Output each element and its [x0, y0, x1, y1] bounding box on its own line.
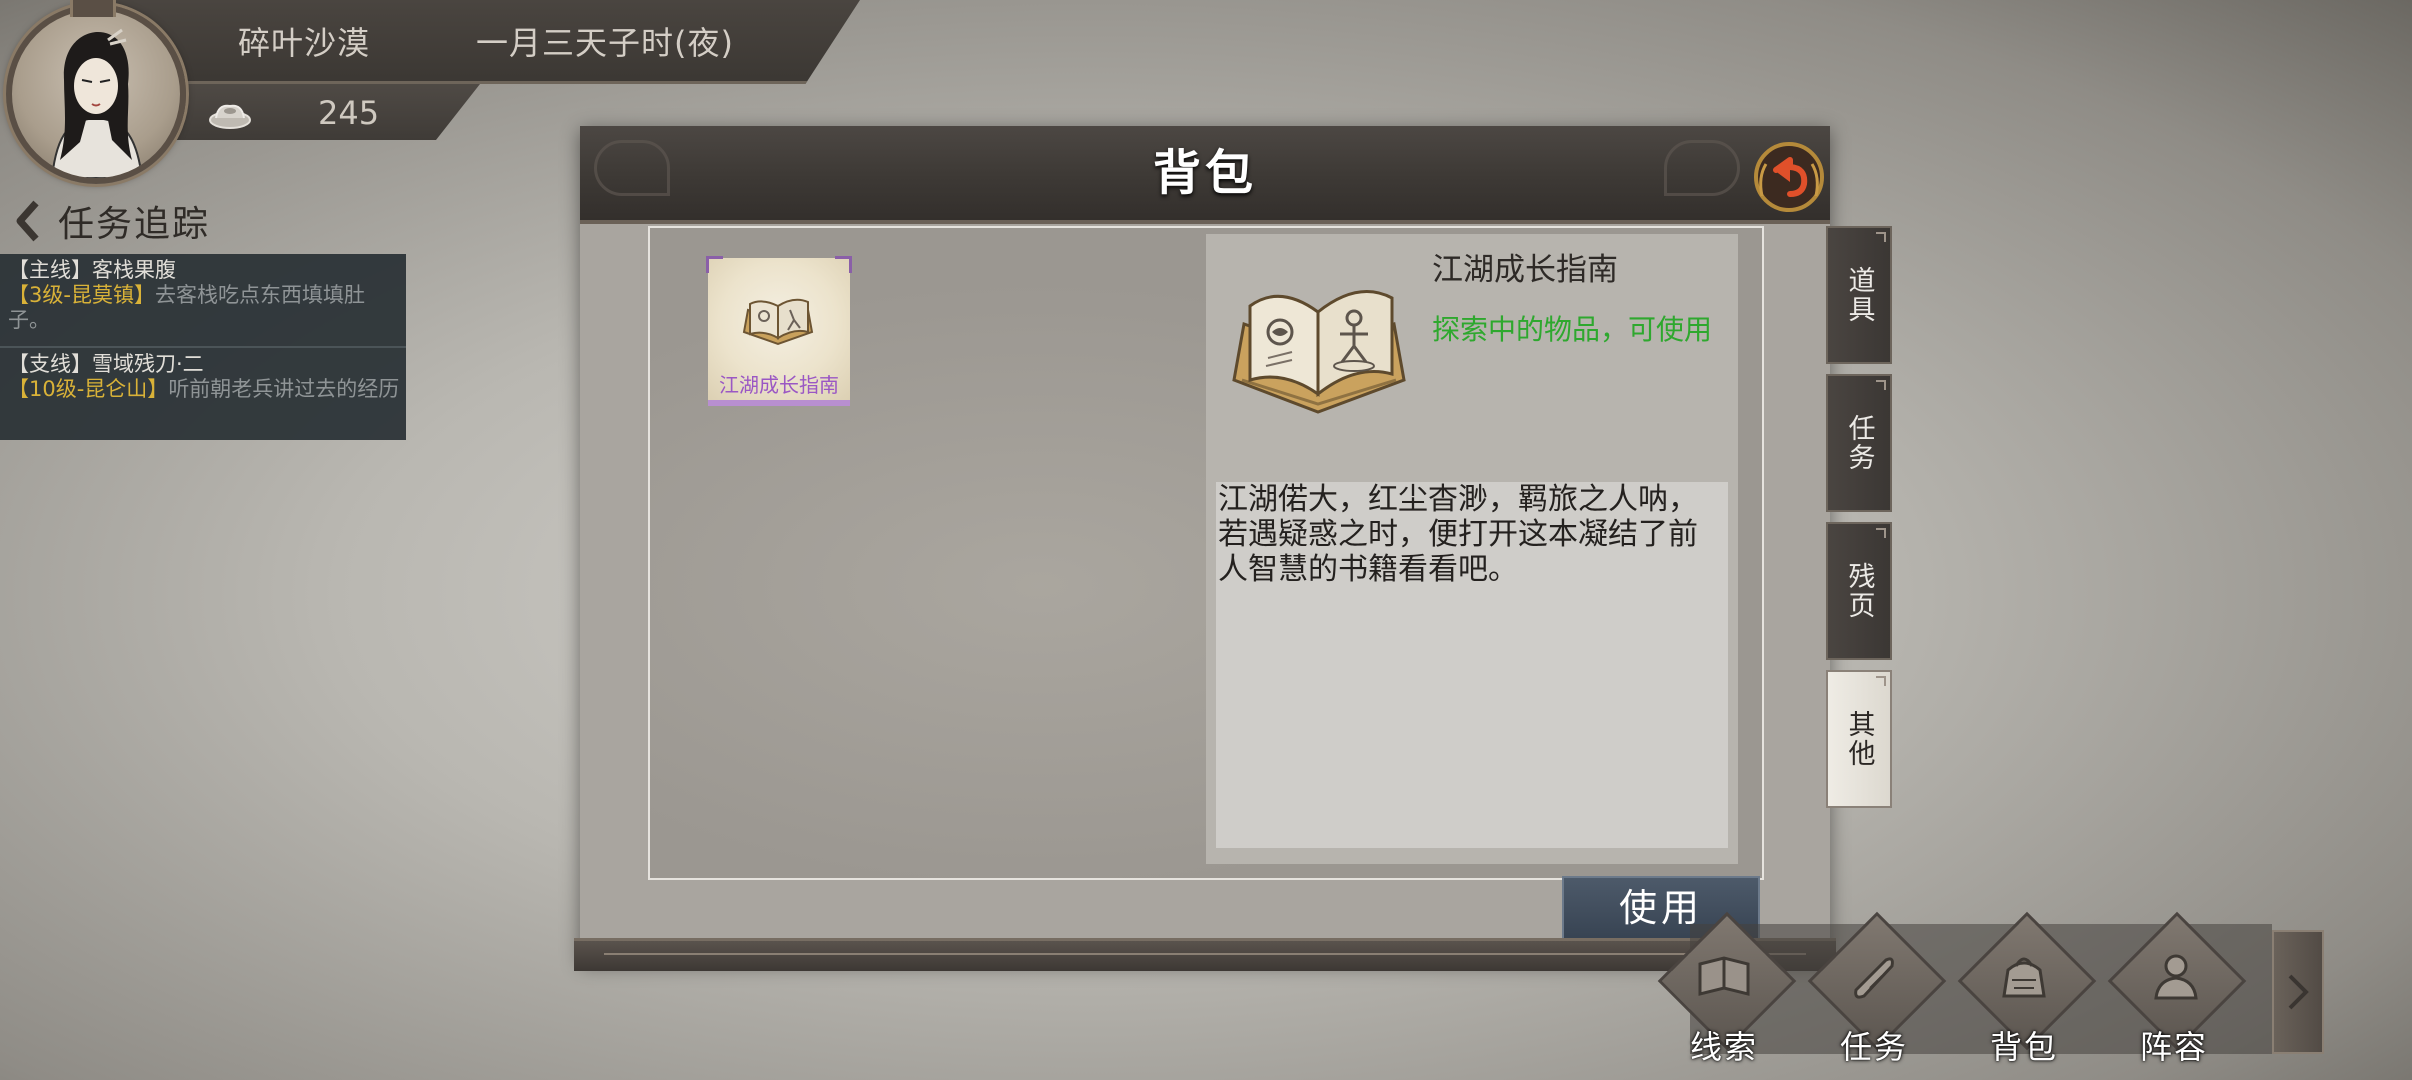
quest-level-tag: 【3级-昆莫镇】 — [8, 283, 155, 307]
quest-item-main[interactable]: 【主线】客栈果腹 【3级-昆莫镇】去客栈吃点东西填填肚子。 — [8, 258, 400, 333]
game-time: 一月三天子时(夜) — [476, 24, 734, 62]
guide-book-large-icon — [1232, 290, 1406, 414]
tab-quest-items[interactable]: 任务 — [1826, 374, 1892, 512]
undo-arrow-icon — [1754, 142, 1824, 212]
tab-label: 任务 — [1843, 414, 1875, 472]
portrait-icon — [50, 28, 144, 178]
book-icon — [1698, 956, 1750, 996]
item-description: 江湖偌大，红尘杳渺，羁旅之人呐，若遇疑惑之时，便打开这本凝结了前人智慧的书籍看看… — [1218, 482, 1698, 587]
tab-other[interactable]: 其他 — [1826, 670, 1892, 808]
tab-label: 道具 — [1843, 266, 1875, 324]
nav-label: 背包 — [1989, 1028, 2058, 1066]
tab-items[interactable]: 道具 — [1826, 226, 1892, 364]
bag-icon — [2002, 957, 2046, 998]
guide-book-icon — [742, 298, 814, 346]
bag-title: 背包 — [1152, 145, 1257, 201]
silver-ingot-icon — [209, 104, 251, 129]
slot-corner — [706, 256, 723, 273]
item-name: 江湖成长指南 — [1432, 252, 1618, 288]
tab-label: 其他 — [1843, 710, 1875, 768]
location-name: 碎叶沙漠 — [238, 24, 371, 62]
team-icon — [2154, 954, 2198, 1000]
chevron-right-icon — [2288, 974, 2309, 1010]
quest-description: 听前朝老兵讲过去的经历 — [168, 377, 400, 401]
item-usage-hint: 探索中的物品，可使用 — [1432, 313, 1713, 346]
quest-item-side[interactable]: 【支线】雪域残刀·二 【10级-昆仑山】听前朝老兵讲过去的经历 — [8, 352, 400, 402]
scroll-icon — [1854, 957, 1894, 999]
player-avatar[interactable] — [6, 4, 186, 184]
silver-count: 245 — [318, 94, 380, 132]
quest-divider — [0, 346, 406, 348]
bag-panel-bottom-trim — [574, 938, 1836, 971]
bag-item-slot[interactable]: 江湖成长指南 — [706, 256, 852, 406]
top-status-bar — [80, 0, 860, 84]
tab-fragments[interactable]: 残页 — [1826, 522, 1892, 660]
nav-label: 阵容 — [2139, 1028, 2208, 1066]
nav-bag[interactable]: 背包 — [1954, 911, 2097, 1074]
avatar-frame-ornament — [70, 0, 116, 17]
back-button[interactable] — [1752, 140, 1826, 214]
nav-expand-button[interactable] — [2272, 930, 2324, 1054]
tab-label: 残页 — [1843, 562, 1875, 620]
nav-label: 线索 — [1689, 1028, 1758, 1066]
quest-title: 【主线】客栈果腹 — [8, 258, 176, 282]
item-slot-label: 江湖成长指南 — [719, 373, 839, 397]
nav-clues[interactable]: 线索 — [1654, 911, 1797, 1074]
quest-level-tag: 【10级-昆仑山】 — [8, 377, 169, 401]
quest-tracker-toggle[interactable]: 任务追踪 — [12, 196, 210, 246]
quest-tracker-panel: 【主线】客栈果腹 【3级-昆莫镇】去客栈吃点东西填填肚子。 【支线】雪域残刀·二… — [0, 254, 406, 440]
nav-team[interactable]: 阵容 — [2104, 911, 2247, 1074]
game-screen: { "hud": { "location": "碎叶沙漠", "game_tim… — [0, 0, 2412, 1080]
quest-tracker-title: 任务追踪 — [58, 204, 211, 245]
nav-label: 任务 — [1839, 1028, 1908, 1066]
nav-quests[interactable]: 任务 — [1804, 911, 1947, 1074]
slot-corner — [835, 256, 852, 273]
quest-title: 【支线】雪域残刀·二 — [8, 352, 204, 376]
chevron-left-icon — [16, 200, 39, 242]
